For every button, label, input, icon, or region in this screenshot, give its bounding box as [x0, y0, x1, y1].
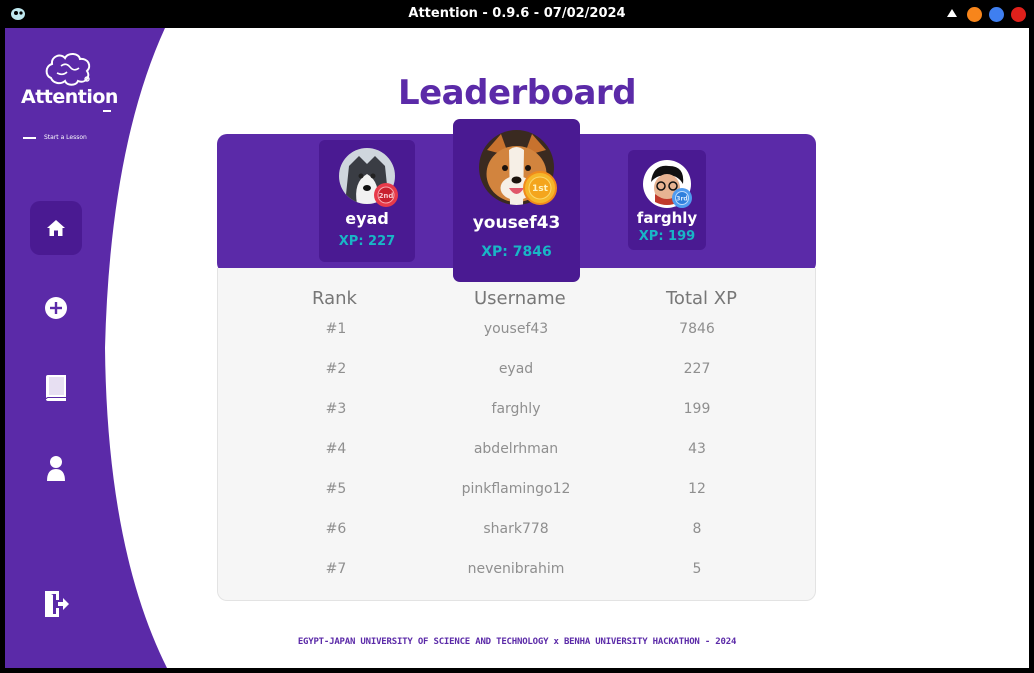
username-cell: pinkflamingo12 [461, 481, 571, 497]
sidebar-item-profile[interactable] [30, 441, 82, 495]
sidebar-item-new-lesson[interactable] [30, 281, 82, 335]
leaderboard-table [217, 268, 816, 601]
username-cell: nevenibrahim [467, 561, 565, 577]
sidebar-background [5, 28, 167, 668]
svg-text:2nd: 2nd [379, 192, 394, 200]
username-cell: eyad [498, 361, 534, 377]
xp-cell: 8 [692, 521, 702, 537]
xp-cell: 227 [683, 361, 711, 377]
xp-cell: 43 [688, 441, 706, 457]
username-cell: yousef43 [483, 321, 549, 337]
sidebar-item-lessons[interactable] [30, 361, 82, 415]
xp-cell: 199 [683, 401, 711, 417]
brand-tagline: Start a Lesson [44, 134, 87, 141]
close-button[interactable] [1011, 7, 1026, 22]
rank-cell: #4 [325, 441, 347, 457]
rank-cell: #7 [325, 561, 347, 577]
logo-dash [23, 137, 36, 139]
app-window: Attention Start a Lesson Leaderboard 2nd… [5, 28, 1029, 668]
second-place-medal-icon: 2nd [374, 183, 398, 207]
svg-text:3rd: 3rd [676, 196, 687, 203]
xp-cell: 12 [688, 481, 706, 497]
column-header-username: Username [474, 288, 566, 309]
maximize-button[interactable] [989, 7, 1004, 22]
podium-xp: XP: 199 [638, 229, 696, 244]
podium-xp: XP: 7846 [481, 244, 552, 260]
podium-username: eyad [345, 209, 389, 228]
profile-icon [47, 456, 65, 481]
podium-third[interactable]: 3rd farghly XP: 199 [628, 150, 706, 250]
username-cell: shark778 [483, 521, 549, 537]
logout-icon [45, 591, 69, 617]
rank-cell: #3 [325, 401, 347, 417]
window-title: Attention - 0.9.6 - 07/02/2024 [408, 6, 626, 21]
book-icon [46, 375, 66, 401]
third-place-medal-icon: 3rd [672, 188, 692, 208]
chevron-up-icon[interactable] [947, 9, 957, 17]
column-header-total-xp: Total XP [666, 288, 737, 309]
xp-cell: 7846 [679, 321, 715, 337]
xp-cell: 5 [692, 561, 702, 577]
sidebar-item-logout[interactable] [30, 577, 82, 631]
title-bar: Attention - 0.9.6 - 07/02/2024 [0, 0, 1034, 28]
rank-cell: #6 [325, 521, 347, 537]
podium-username: yousef43 [472, 213, 561, 233]
rank-cell: #5 [325, 481, 347, 497]
username-cell: farghly [491, 401, 541, 417]
first-place-medal-icon: 1st [523, 171, 557, 205]
rank-cell: #1 [325, 321, 347, 337]
footer-text: EGYPT-JAPAN UNIVERSITY OF SCIENCE AND TE… [297, 637, 737, 647]
podium-xp: XP: 227 [338, 234, 396, 249]
minimize-button[interactable] [967, 7, 982, 22]
podium-first[interactable]: 1st yousef43 XP: 7846 [454, 120, 579, 281]
page-title: Leaderboard [397, 73, 637, 113]
home-icon [47, 220, 65, 236]
username-cell: abdelrhman [473, 441, 559, 457]
svg-text:1st: 1st [532, 184, 549, 194]
add-circle-icon [45, 297, 67, 319]
podium-second[interactable]: 2nd eyad XP: 227 [319, 140, 415, 262]
podium-username: farghly [636, 209, 698, 227]
sidebar-item-home[interactable] [30, 201, 82, 255]
rank-cell: #2 [325, 361, 347, 377]
column-header-rank: Rank [312, 288, 357, 309]
